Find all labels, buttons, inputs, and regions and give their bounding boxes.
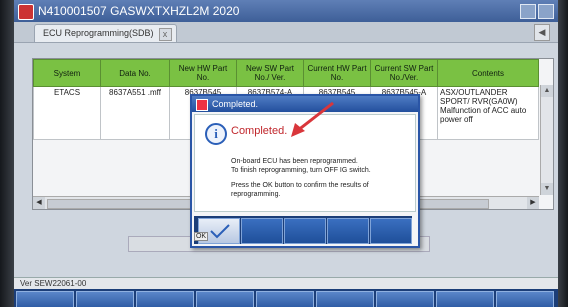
cell-system: ETACS	[33, 86, 101, 140]
dialog-app-icon	[196, 99, 208, 111]
dialog-function-button[interactable]	[327, 218, 369, 244]
app-icon	[18, 4, 34, 20]
monitor-bezel-right	[558, 0, 568, 307]
dialog-function-button[interactable]	[241, 218, 283, 244]
window-title: N410001507 GASWXTXHZL2M 2020	[38, 4, 240, 18]
tab-label: ECU Reprogramming(SDB)	[43, 28, 154, 38]
function-key[interactable]	[496, 291, 554, 307]
column-header: New SW Part No./ Ver.	[236, 59, 304, 87]
vertical-scrollbar[interactable]: ▲ ▼	[540, 85, 553, 195]
version-label: Ver SEW22061-00	[20, 279, 87, 288]
dialog-function-button[interactable]	[370, 218, 412, 244]
cell-data-no: 8637A551 .mff	[100, 86, 170, 140]
minimize-button[interactable]	[520, 4, 536, 19]
function-key[interactable]	[376, 291, 434, 307]
column-header: Contents	[437, 59, 539, 87]
table-header-row: System Data No. New HW Part No. New SW P…	[33, 59, 539, 87]
column-header: New HW Part No.	[169, 59, 237, 87]
scroll-up-icon[interactable]: ▲	[541, 85, 553, 97]
column-header: Current SW Part No./Ver.	[370, 59, 438, 87]
window-titlebar: N410001507 GASWXTXHZL2M 2020	[14, 0, 558, 22]
function-key[interactable]	[316, 291, 374, 307]
dialog-function-button[interactable]	[284, 218, 326, 244]
scroll-left-icon[interactable]: ◀	[33, 197, 45, 209]
function-key[interactable]	[16, 291, 74, 307]
function-key[interactable]	[196, 291, 254, 307]
completed-heading: Completed.	[231, 125, 288, 137]
function-key[interactable]	[136, 291, 194, 307]
ok-tooltip: OK	[194, 232, 208, 241]
monitor-bezel-left	[0, 0, 14, 307]
function-key-bar	[14, 289, 558, 307]
function-key[interactable]	[436, 291, 494, 307]
function-key[interactable]	[76, 291, 134, 307]
scroll-down-icon[interactable]: ▼	[541, 183, 553, 195]
dialog-button-row	[194, 216, 412, 244]
column-header: Current HW Part No.	[303, 59, 371, 87]
message-line-3: Press the OK button to confirm the resul…	[231, 182, 369, 198]
tab-strip: ECU Reprogramming(SDB) x ◀	[14, 22, 558, 43]
message-line-2: To finish reprogramming, turn OFF IG swi…	[231, 167, 371, 174]
app-screen: N410001507 GASWXTXHZL2M 2020 ECU Reprogr…	[14, 0, 558, 307]
info-icon: i	[205, 123, 227, 145]
message-line-1: On-board ECU has been reprogrammed.	[231, 158, 358, 165]
scroll-right-icon[interactable]: ▶	[527, 197, 539, 209]
red-arrow-annotation	[291, 101, 334, 137]
tab-ecu-reprogramming[interactable]: ECU Reprogramming(SDB) x	[34, 24, 177, 42]
dialog-title: Completed.	[212, 99, 259, 109]
cell-contents: ASX/OUTLANDER SPORT/ RVR(GA0W) Malfuncti…	[437, 86, 539, 140]
function-key[interactable]	[256, 291, 314, 307]
column-header: Data No.	[100, 59, 170, 87]
completed-dialog: Completed. i Completed. On-board ECU has…	[190, 94, 420, 248]
tab-scroll-left-icon[interactable]: ◀	[534, 24, 550, 41]
close-window-button[interactable]	[538, 4, 554, 19]
dialog-body: i Completed. On-board ECU has been repro…	[194, 101, 416, 212]
column-header: System	[33, 59, 101, 87]
tab-close-icon[interactable]: x	[158, 28, 172, 41]
